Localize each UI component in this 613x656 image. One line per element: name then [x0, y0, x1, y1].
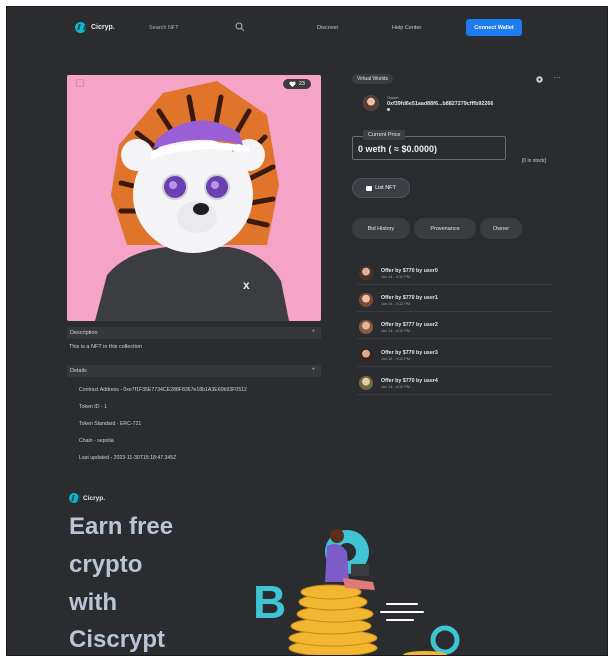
- offer-item[interactable]: Offer by $770 by user3 Jun 14 - 4:12 PM: [357, 345, 553, 367]
- chain: Chain - sepolia: [79, 438, 114, 444]
- chevron-icon: +: [311, 329, 315, 335]
- user-avatar: [359, 348, 373, 362]
- owner-address[interactable]: 0xf39fd6e51aad88f6...b8827279cfffb92266: [387, 101, 493, 107]
- owner-label: Owner: [387, 95, 399, 100]
- search-icon[interactable]: [235, 22, 245, 32]
- offer-time: Jun 14 - 4:12 PM: [381, 385, 410, 389]
- headline-line-4: Ciscrypt: [69, 626, 166, 653]
- search-input[interactable]: [149, 22, 229, 34]
- headline-line-1: Earn free: [69, 513, 174, 540]
- offer-time: Jun 14 - 4:12 PM: [381, 275, 410, 279]
- eye-icon[interactable]: [535, 75, 544, 83]
- like-count: 23: [298, 81, 305, 87]
- last-updated: Last updated - 2023-11-30T15:18:47.345Z: [79, 455, 177, 461]
- heart-icon: [289, 81, 296, 87]
- promo-brand: Cicryp.: [69, 493, 105, 503]
- logo-icon: [75, 22, 86, 33]
- tab-bid-history[interactable]: Bid History: [352, 218, 410, 239]
- offer-title: Offer by $770 by user0: [381, 268, 438, 274]
- description-accordion[interactable]: Description +: [67, 327, 321, 339]
- more-options-icon[interactable]: ···: [553, 73, 561, 82]
- bear-illustration: x: [95, 81, 289, 321]
- wallet-icon: [366, 185, 373, 191]
- like-button[interactable]: 23: [282, 79, 311, 89]
- offer-item[interactable]: Offer by $770 by user1 Jun 14 - 4:12 PM: [357, 290, 553, 312]
- brand-name: Cicryp.: [91, 24, 115, 31]
- user-avatar: [359, 293, 373, 307]
- offer-item[interactable]: Offer by $770 by user4 Jun 14 - 4:12 PM: [357, 373, 553, 395]
- tab-owner[interactable]: Owner: [480, 218, 522, 239]
- tab-provenance[interactable]: Provenance: [414, 218, 476, 239]
- user-avatar: [359, 266, 373, 280]
- details-heading: Details: [70, 368, 87, 374]
- nft-select-box[interactable]: [76, 79, 84, 87]
- contract-address: Contract Address - 0xe7f1F35E7734CE288F8…: [79, 387, 247, 393]
- current-price-label: Current Price: [363, 130, 406, 140]
- category-tag[interactable]: Virtual Worlds: [352, 74, 393, 84]
- list-nft-label: List NFT: [375, 185, 396, 191]
- brand-logo[interactable]: Cicryp.: [75, 22, 115, 33]
- user-avatar: [359, 376, 373, 390]
- offer-title: Offer by $777 by user2: [381, 322, 438, 328]
- description-text: This is a NFT in this collection: [69, 344, 142, 350]
- crypto-illustration: B: [253, 529, 460, 655]
- headline-line-2: crypto: [69, 551, 143, 578]
- status-dot-icon: [387, 108, 390, 111]
- svg-text:x: x: [243, 278, 250, 292]
- app-frame: Cicryp. Discover Help Center Connect Wal…: [6, 6, 608, 656]
- offer-item[interactable]: Offer by $777 by user2 Jun 14 - 4:12 PM: [357, 317, 553, 339]
- offer-time: Jun 14 - 4:12 PM: [381, 302, 410, 306]
- owner-avatar[interactable]: [363, 95, 379, 111]
- stock-count: [0 in stock]: [522, 158, 546, 164]
- chevron-icon: +: [311, 367, 315, 373]
- offer-title: Offer by $770 by user4: [381, 378, 438, 384]
- nav-discover[interactable]: Discover: [317, 25, 338, 31]
- offer-title: Offer by $770 by user3: [381, 350, 438, 356]
- headline-line-3: with: [69, 589, 117, 616]
- offer-item[interactable]: Offer by $770 by user0 Jun 14 - 4:12 PM: [357, 263, 553, 285]
- promo-brand-name: Cicryp.: [83, 494, 106, 502]
- small-gear-icon: [430, 625, 460, 655]
- offer-title: Offer by $770 by user1: [381, 295, 438, 301]
- list-nft-button[interactable]: List NFT: [352, 178, 410, 198]
- user-avatar: [359, 320, 373, 334]
- connect-wallet-button[interactable]: Connect Wallet: [466, 19, 522, 36]
- description-heading: Description: [70, 330, 98, 336]
- current-price-value: 0 weth ( ≈ $0.0000): [358, 144, 437, 154]
- token-id: Token ID - 1: [79, 404, 107, 410]
- logo-icon: [69, 493, 79, 503]
- bitcoin-icon: B: [253, 576, 286, 628]
- offer-time: Jun 14 - 4:12 PM: [381, 357, 410, 361]
- nav-help-center[interactable]: Help Center: [392, 25, 421, 31]
- token-standard: Token Standard - ERC-721: [79, 421, 142, 427]
- details-accordion[interactable]: Details +: [67, 365, 321, 377]
- top-navbar: Cicryp. Discover Help Center Connect Wal…: [7, 7, 607, 51]
- nft-image: x 23: [67, 75, 321, 321]
- offer-time: Jun 14 - 4:12 PM: [381, 329, 410, 333]
